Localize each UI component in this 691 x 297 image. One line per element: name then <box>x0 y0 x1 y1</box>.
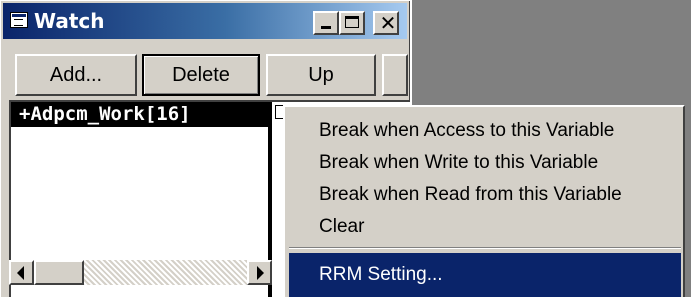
minimize-button[interactable] <box>313 11 339 35</box>
horizontal-scrollbar[interactable] <box>9 260 272 285</box>
title-bar[interactable]: Watch ✕ <box>3 3 407 39</box>
watch-window-icon[interactable] <box>10 12 28 28</box>
close-icon: ✕ <box>379 11 397 35</box>
menu-item-clear[interactable]: Clear <box>289 211 681 243</box>
maximize-icon <box>345 16 359 28</box>
up-button[interactable]: Up <box>266 54 376 96</box>
close-button[interactable]: ✕ <box>373 11 399 35</box>
arrow-right-icon <box>257 266 264 280</box>
menu-item-rrm-setting[interactable]: RRM Setting... <box>289 253 681 297</box>
delete-button[interactable]: Delete <box>142 54 260 96</box>
context-menu: Break when Access to this Variable Break… <box>283 105 685 297</box>
add-button[interactable]: Add... <box>15 54 137 96</box>
scroll-left-button[interactable] <box>9 260 34 285</box>
window-title: Watch <box>34 9 105 33</box>
watch-variable-name: +Adpcm_Work[16] <box>19 103 191 125</box>
maximize-button[interactable] <box>339 11 365 35</box>
menu-item-break-on-write[interactable]: Break when Write to this Variable <box>289 147 681 179</box>
screen: Watch ✕ Add... Delete Up +Adpcm_Work[16] <box>0 0 691 297</box>
scroll-right-button[interactable] <box>247 260 272 285</box>
scroll-thumb[interactable] <box>34 260 84 285</box>
toolbar-overflow-button[interactable] <box>382 54 408 96</box>
watch-row-selected[interactable]: +Adpcm_Work[16] <box>11 102 270 127</box>
arrow-left-icon <box>17 266 24 280</box>
minimize-icon <box>321 26 331 29</box>
menu-item-break-on-access[interactable]: Break when Access to this Variable <box>289 115 681 147</box>
menu-separator <box>289 247 681 249</box>
menu-item-break-on-read[interactable]: Break when Read from this Variable <box>289 179 681 211</box>
